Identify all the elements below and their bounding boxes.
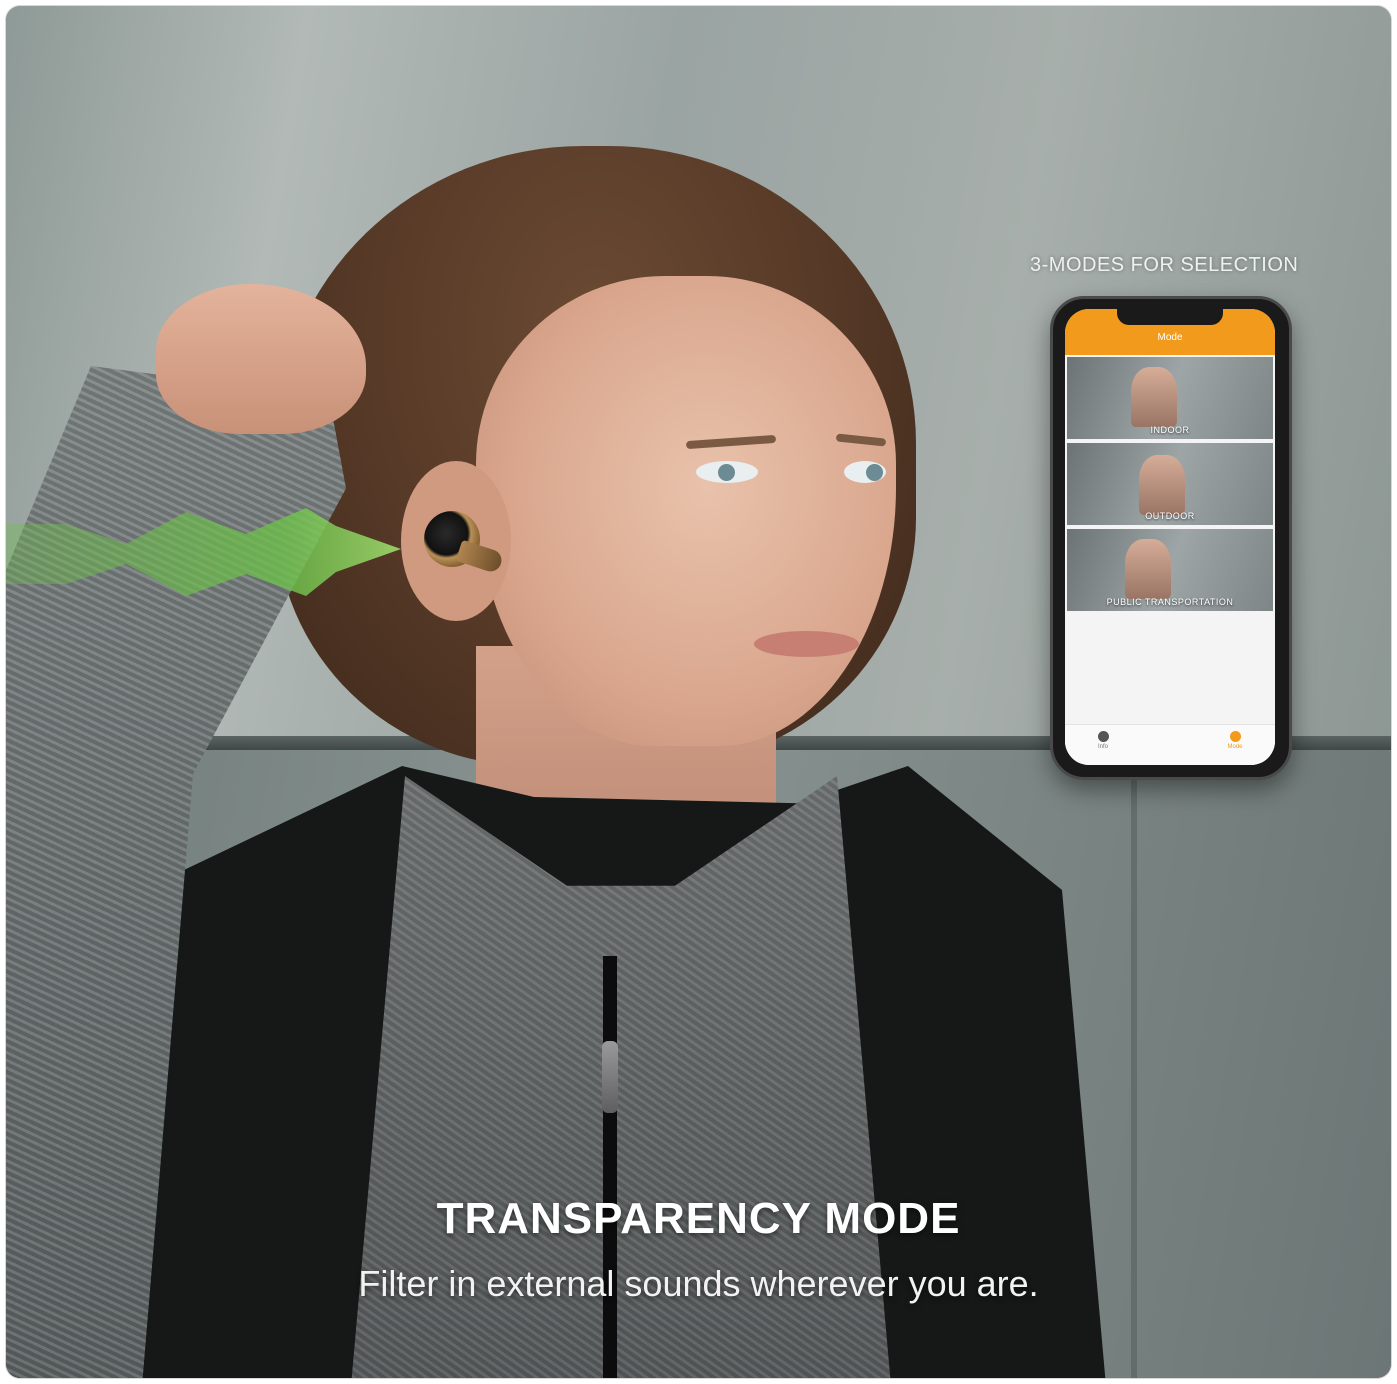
- sound-wave-icon: [6, 508, 401, 596]
- tab-mode[interactable]: Mode: [1205, 731, 1265, 750]
- left-eye: [696, 461, 758, 483]
- mode-card-indoor[interactable]: INDOOR: [1067, 357, 1273, 439]
- phone-mockup: Mode INDOOR OUTDOOR PUBLIC TRANSPORTATIO…: [1050, 296, 1292, 780]
- right-eye: [844, 461, 886, 483]
- tab-info-label: Info: [1097, 744, 1108, 750]
- app-header-title: Mode: [1157, 332, 1183, 343]
- mode-card-figure: [1131, 367, 1177, 427]
- mode-card-figure: [1125, 539, 1171, 599]
- zipper: [603, 956, 617, 1378]
- phone-tabbar: Info Mode: [1065, 724, 1275, 765]
- lips: [754, 631, 859, 657]
- sound-wave-shape: [6, 508, 401, 596]
- info-icon: [1097, 731, 1109, 742]
- headline: TRANSPARENCY MODE: [436, 1194, 961, 1243]
- mode-card-label: OUTDOOR: [1145, 511, 1195, 521]
- phone-screen: Mode INDOOR OUTDOOR PUBLIC TRANSPORTATIO…: [1065, 309, 1275, 765]
- subline: Filter in external sounds wherever you a…: [358, 1263, 1039, 1304]
- phone-notch: [1117, 309, 1223, 325]
- mode-icon: [1229, 731, 1241, 742]
- mode-card-figure: [1139, 455, 1185, 515]
- mode-card-label: PUBLIC TRANSPORTATION: [1106, 597, 1234, 607]
- mode-card-public-transportation[interactable]: PUBLIC TRANSPORTATION: [1067, 529, 1273, 611]
- modes-caption: 3-MODES FOR SELECTION: [1030, 254, 1299, 276]
- tab-mode-label: Mode: [1227, 744, 1243, 750]
- mode-card-outdoor[interactable]: OUTDOOR: [1067, 443, 1273, 525]
- zipper-pull: [602, 1041, 618, 1113]
- tab-info[interactable]: Info: [1073, 731, 1133, 750]
- mode-card-label: INDOOR: [1150, 425, 1190, 435]
- face: [476, 276, 896, 746]
